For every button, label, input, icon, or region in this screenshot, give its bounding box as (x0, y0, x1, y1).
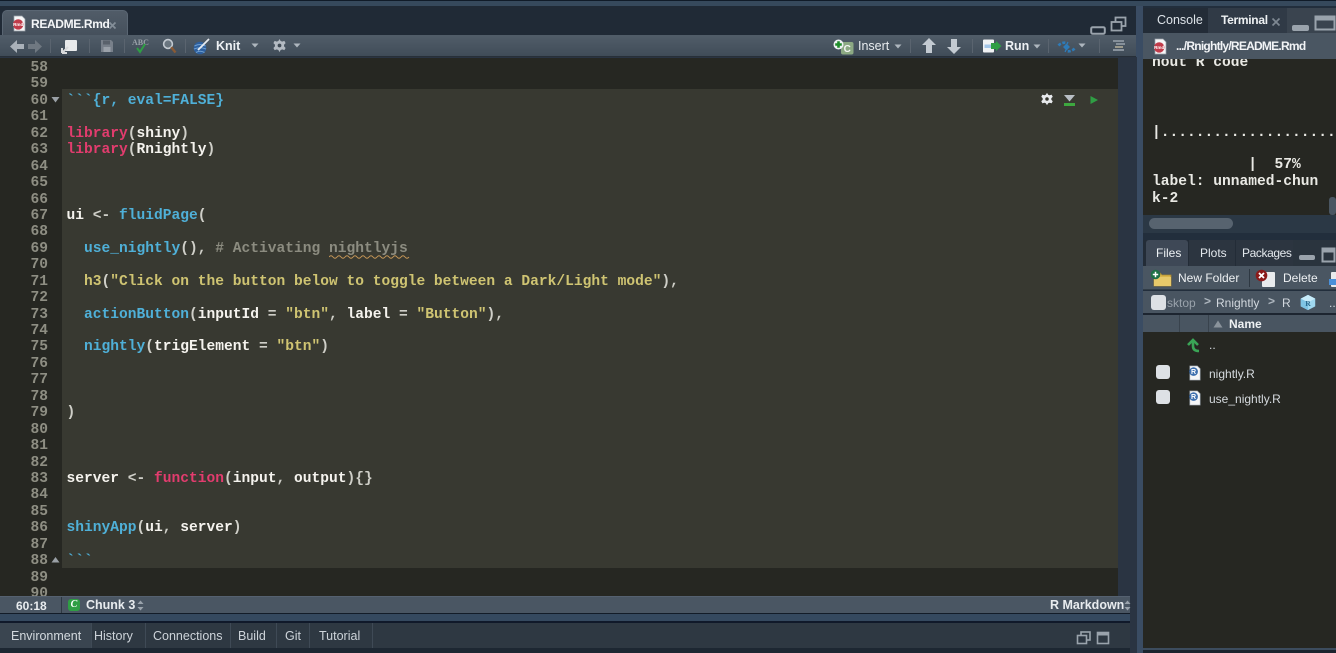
svg-text:ABC: ABC (132, 38, 149, 47)
svg-text:R: R (1305, 299, 1311, 308)
svg-text:Rmd: Rmd (1154, 45, 1164, 50)
svg-text:C: C (844, 44, 851, 55)
svg-text:Rmd: Rmd (13, 22, 23, 27)
svg-text:R: R (1191, 394, 1196, 401)
svg-text:R: R (1191, 369, 1196, 376)
